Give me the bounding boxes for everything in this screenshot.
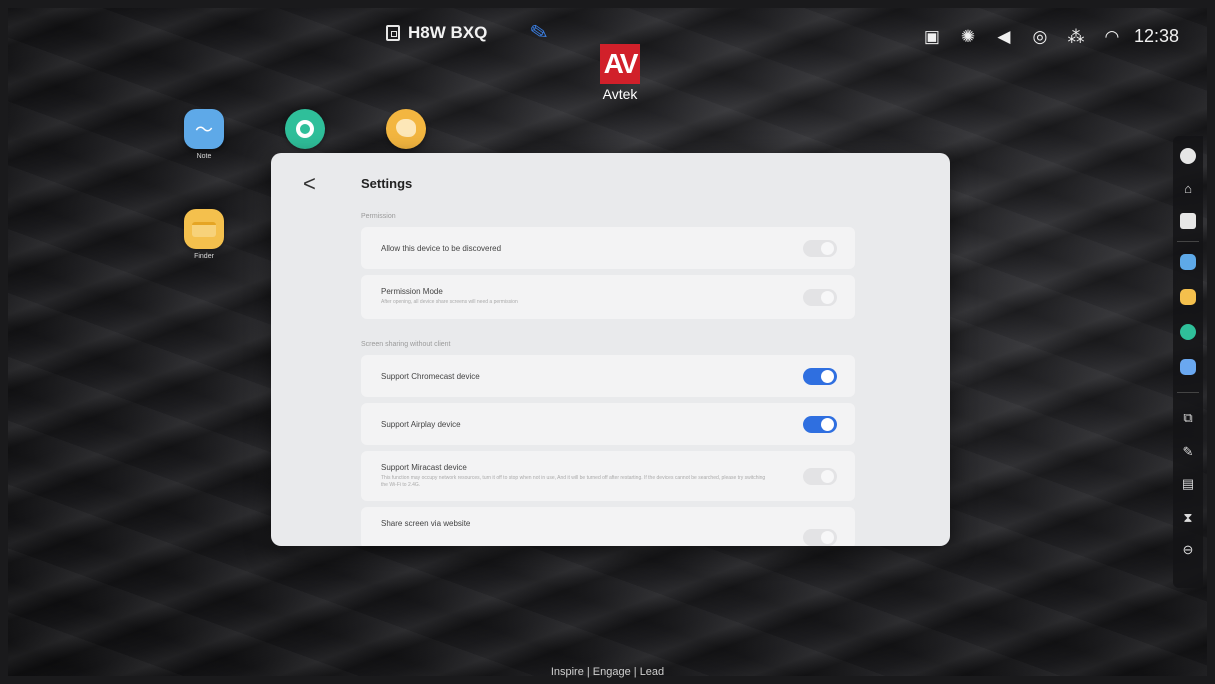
setting-label: Share screen via website <box>381 519 471 528</box>
brand-logo: AV Avtek <box>592 44 648 102</box>
device-name[interactable]: H8W BXQ <box>386 20 487 46</box>
screen-share-icon[interactable]: ⧉ <box>1173 410 1203 426</box>
clock: 12:38 <box>1133 26 1179 46</box>
setting-description: After opening, all device share screens … <box>381 299 518 306</box>
footer-tagline: Inspire | Engage | Lead <box>550 666 665 678</box>
section-label-permission: Permission <box>361 213 396 220</box>
permission-mode-toggle[interactable] <box>803 288 837 306</box>
settings-panel: < Settings Permission Allow this device … <box>271 153 950 546</box>
setting-row-airplay[interactable]: Support Airplay device <box>361 403 855 445</box>
finder-icon[interactable] <box>1180 289 1196 305</box>
device-id-icon <box>386 25 400 41</box>
record-app-icon <box>285 109 325 149</box>
setting-label: Support Miracast device <box>381 462 467 472</box>
note-app-icon <box>184 109 224 149</box>
dock-divider <box>1177 241 1199 242</box>
apps-grid-icon[interactable] <box>1180 359 1196 375</box>
device-name-text: H8W BXQ <box>408 23 488 42</box>
app-label: Note <box>196 153 212 160</box>
app-label: Finder <box>194 253 214 260</box>
status-bar: ▣ ✺ ◀ ◎ ⁂ ◠ 12:38 <box>914 26 1179 47</box>
setting-row-discoverable[interactable]: Allow this device to be discovered <box>361 227 855 269</box>
note-icon[interactable] <box>1180 254 1196 270</box>
brand-mark: AV <box>600 44 640 84</box>
home-icon[interactable]: ⌂ <box>1173 181 1203 196</box>
recent-apps-icon[interactable] <box>1180 213 1196 229</box>
pen-icon[interactable]: ✎ <box>528 19 551 48</box>
screen-mirror-icon[interactable]: ▣ <box>914 27 950 47</box>
side-dock: ⌂ ⧉ ✎ ▤ ⧗ ⊖ <box>1173 136 1203 588</box>
setting-description: This function may occupy network resourc… <box>381 474 766 489</box>
network-icon[interactable]: ⁂ <box>1058 27 1094 47</box>
back-icon[interactable] <box>1180 148 1196 164</box>
setting-label: Allow this device to be discovered <box>381 243 502 253</box>
volume-icon[interactable]: ◀ <box>986 27 1022 47</box>
annotate-icon[interactable]: ✎ <box>1173 444 1203 460</box>
brightness-icon[interactable]: ✺ <box>950 27 986 47</box>
airplay-toggle[interactable] <box>803 415 837 433</box>
chromecast-toggle[interactable] <box>803 367 837 385</box>
finder-app-icon <box>184 209 224 249</box>
setting-label: Permission Mode <box>381 287 443 297</box>
more-icon[interactable]: ⊖ <box>1173 542 1203 558</box>
record-icon[interactable] <box>1180 324 1196 340</box>
setting-row-miracast[interactable]: Support Miracast device This function ma… <box>361 451 855 501</box>
setting-row-permission-mode[interactable]: Permission Mode After opening, all devic… <box>361 275 855 319</box>
setting-label: Support Chromecast device <box>381 371 480 381</box>
hotspot-icon[interactable]: ◎ <box>1022 27 1058 47</box>
desktop-app-palette[interactable] <box>386 109 426 149</box>
desktop-app-finder[interactable]: Finder <box>184 209 224 260</box>
back-icon[interactable]: < <box>303 171 316 197</box>
setting-row-share-website[interactable]: Share screen via website <box>361 507 855 546</box>
desktop-app-record[interactable] <box>285 109 325 149</box>
setting-row-chromecast[interactable]: Support Chromecast device <box>361 355 855 397</box>
section-label-screen-sharing: Screen sharing without client <box>361 341 451 348</box>
desktop-background: H8W BXQ ✎ AV Avtek ▣ ✺ ◀ ◎ ⁂ ◠ 12:38 Not… <box>8 8 1207 676</box>
share-website-toggle[interactable] <box>803 529 837 546</box>
brand-word: Avtek <box>602 86 638 102</box>
setting-label: Support Airplay device <box>381 419 461 429</box>
discoverable-toggle[interactable] <box>803 239 837 257</box>
wifi-icon[interactable]: ◠ <box>1094 27 1130 47</box>
dock-divider <box>1177 392 1199 393</box>
page-title: Settings <box>361 176 413 191</box>
miracast-toggle[interactable] <box>803 467 837 485</box>
palette-app-icon <box>386 109 426 149</box>
timer-icon[interactable]: ⧗ <box>1173 510 1203 526</box>
desktop-app-note[interactable]: Note <box>184 109 224 160</box>
split-screen-icon[interactable]: ▤ <box>1173 476 1203 492</box>
